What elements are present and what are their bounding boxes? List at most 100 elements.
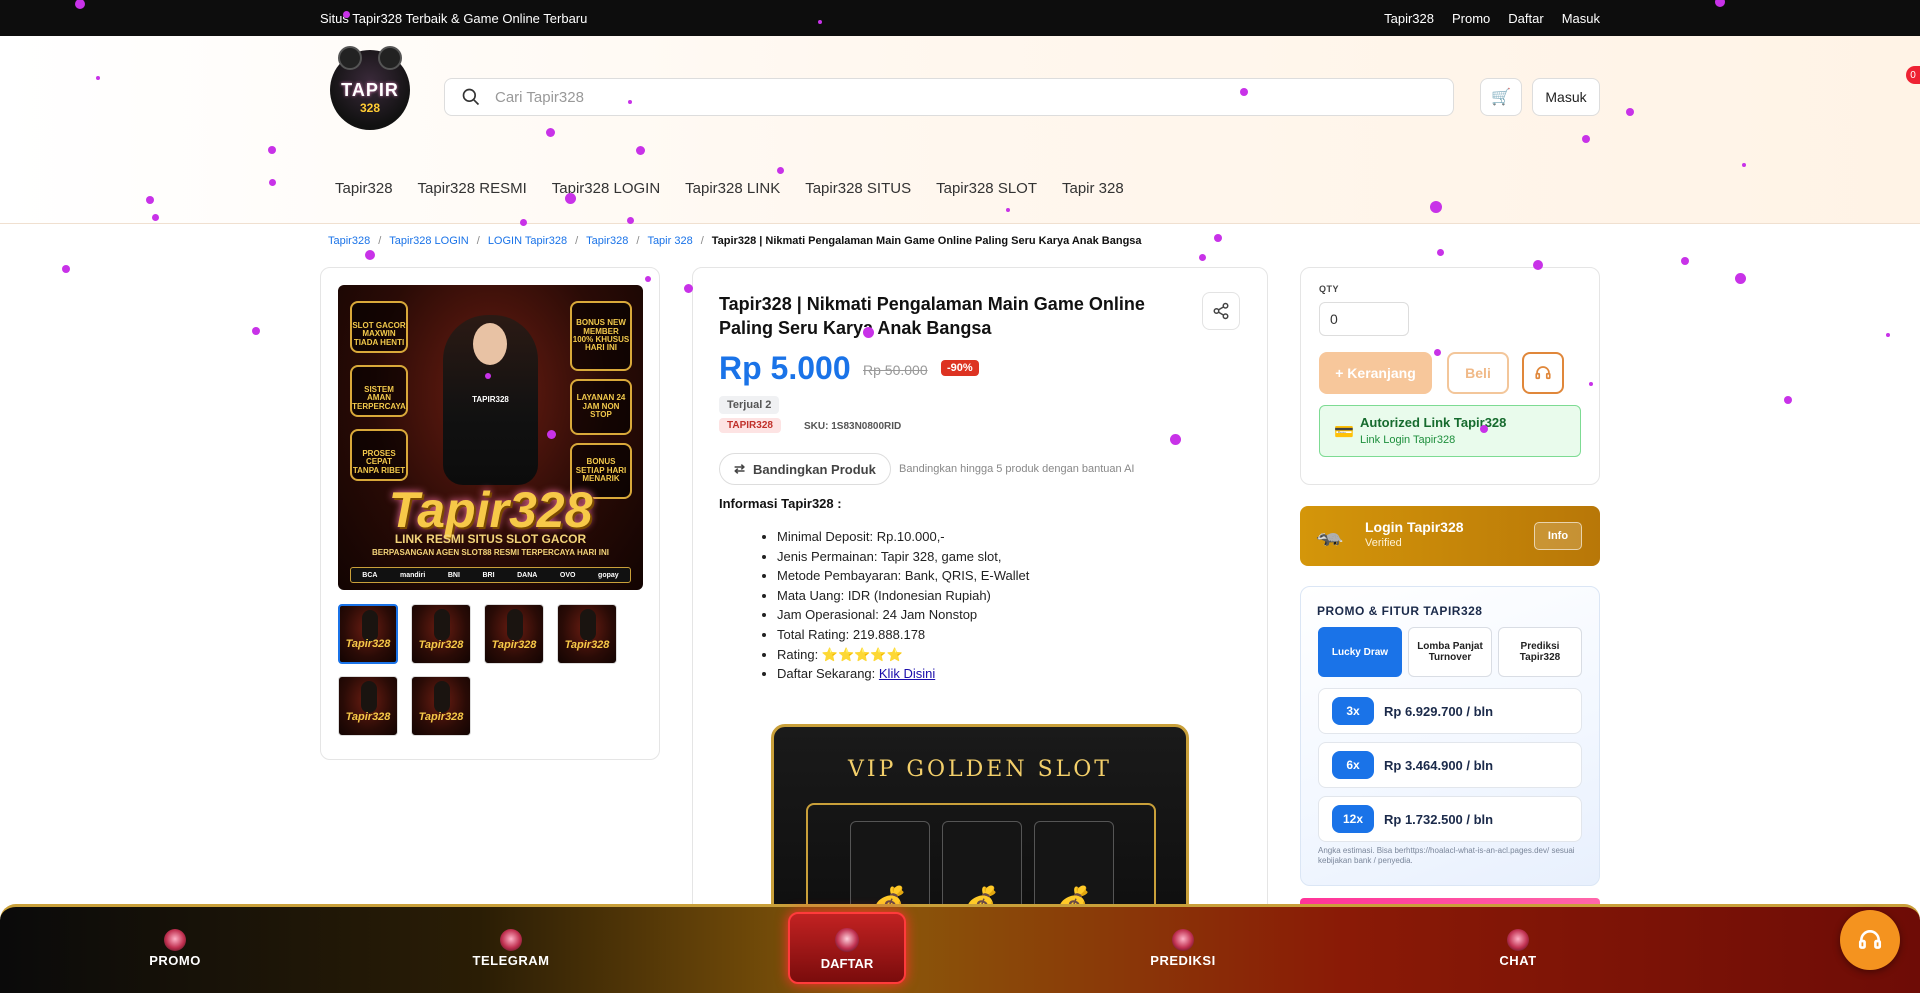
sparkle-dot [1886, 333, 1890, 337]
sparkle-dot [1734, 272, 1746, 284]
search-input[interactable] [495, 88, 1395, 106]
bank-logos: BCA mandiri BNI BRI DANA OVO gopay [350, 567, 631, 583]
badge-bonus-new-member: BONUS NEW MEMBER 100% KHUSUS HARI INI [570, 301, 632, 371]
sparkle-dot [365, 250, 375, 260]
bottom-nav-daftar[interactable]: DAFTAR [788, 912, 906, 984]
detail-item: Jenis Permainan: Tapir 328, game slot, [777, 547, 1029, 567]
badge-slot-gacor: SLOT GACOR MAXWIN TIADA HENTI [350, 301, 408, 353]
authorized-link-card[interactable]: 💳 Autorized Link Tapir328 Link Login Tap… [1319, 405, 1581, 457]
register-link[interactable]: Klik Disini [879, 666, 935, 681]
breadcrumb-item[interactable]: Tapir328 [586, 235, 628, 247]
login-card-status: Verified [1365, 537, 1402, 549]
compare-button[interactable]: ⇄ Bandingkan Produk [719, 453, 891, 485]
sparkle-dot [252, 327, 260, 335]
breadcrumb-item[interactable]: LOGIN Tapir328 [488, 235, 567, 247]
banner-subtitle: LINK RESMI SITUS SLOT GACOR [394, 532, 587, 546]
thumbnail[interactable]: Tapir328 [557, 604, 617, 664]
detail-item: Minimal Deposit: Rp.10.000,- [777, 527, 1029, 547]
top-link-tapir328[interactable]: Tapir328 [1384, 11, 1434, 26]
add-to-cart-button[interactable]: + Keranjang [1319, 352, 1432, 394]
sparkle-dot [1198, 253, 1206, 261]
top-bar: Situs Tapir328 Terbaik & Game Online Ter… [0, 0, 1920, 36]
sparkle-dot [1681, 257, 1689, 265]
notification-badge[interactable]: 0 [1906, 66, 1920, 84]
buy-button[interactable]: Beli [1447, 352, 1509, 394]
installment-amount: Rp 3.464.900 / bln [1384, 757, 1494, 773]
badge-sistem-aman: SISTEM AMAN TERPERCAYA [350, 365, 408, 417]
thumb-figure [434, 609, 450, 641]
thumb-label: Tapir328 [345, 638, 391, 650]
login-card-title: Login Tapir328 [1365, 519, 1464, 535]
breadcrumb-item[interactable]: Tapir328 [328, 235, 370, 247]
thumb-figure [580, 609, 596, 641]
sku-label: SKU: 1S83N0800RID [804, 421, 902, 432]
discount-badge: -90% [941, 360, 979, 376]
product-main-image[interactable]: SLOT GACOR MAXWIN TIADA HENTI SISTEM AMA… [338, 285, 643, 590]
register-prefix: Daftar Sekarang: [777, 666, 879, 682]
login-button[interactable]: Masuk [1532, 78, 1600, 116]
installment-row[interactable]: 12x Rp 1.732.500 / bln [1318, 796, 1582, 842]
bottom-nav-promo[interactable]: PROMO [115, 929, 235, 968]
thumbnail[interactable]: Tapir328 [338, 604, 398, 664]
original-price: Rp 50.000 [863, 362, 928, 378]
detail-item: Rating: ⭐⭐⭐⭐⭐ [777, 645, 1029, 665]
detail-item: Mata Uang: IDR (Indonesian Rupiah) [777, 586, 1029, 606]
share-button[interactable] [1202, 292, 1240, 330]
compare-label: Bandingkan Produk [753, 461, 876, 477]
breadcrumb-separator: / [700, 235, 704, 247]
bottom-nav-label: CHAT [1499, 953, 1537, 968]
product-details: Minimal Deposit: Rp.10.000,- Jenis Perma… [777, 527, 1029, 684]
breadcrumb-item[interactable]: Tapir 328 [647, 235, 692, 247]
banner-subtitle-2: BERPASANGAN AGEN SLOT88 RESMI TERPERCAYA… [372, 548, 609, 557]
top-link-daftar[interactable]: Daftar [1508, 11, 1543, 26]
headset-icon [1535, 366, 1551, 380]
model-face [473, 323, 507, 365]
nav-item-login[interactable]: Tapir328 LOGIN [552, 180, 660, 197]
nav-item-tapir328[interactable]: Tapir328 [335, 180, 393, 197]
tab-lomba-turnover[interactable]: Lomba Panjat Turnover [1408, 627, 1492, 677]
nav-item-situs[interactable]: Tapir328 SITUS [805, 180, 911, 197]
chat-support-button[interactable] [1840, 910, 1900, 970]
thumbnail[interactable]: Tapir328 [411, 604, 471, 664]
thumb-label: Tapir328 [418, 639, 464, 651]
authorized-subtitle: Link Login Tapir328 [1360, 434, 1456, 446]
tab-prediksi[interactable]: Prediksi Tapir328 [1498, 627, 1582, 677]
buy-box: QTY + Keranjang Beli 💳 Autorized Link Ta… [1300, 267, 1600, 485]
support-button[interactable] [1522, 352, 1564, 394]
installment-row[interactable]: 3x Rp 6.929.700 / bln [1318, 688, 1582, 734]
cart-button[interactable]: 🛒 [1480, 78, 1522, 116]
bottom-nav-telegram[interactable]: TELEGRAM [451, 929, 571, 968]
qty-input[interactable] [1319, 302, 1409, 336]
detail-item: Jam Operasional: 24 Jam Nonstop [777, 605, 1029, 625]
top-link-promo[interactable]: Promo [1452, 11, 1490, 26]
info-button[interactable]: Info [1534, 522, 1582, 550]
thumb-figure [361, 681, 377, 713]
tapir-icon [164, 929, 186, 951]
thumbnail[interactable]: Tapir328 [484, 604, 544, 664]
bottom-nav-prediksi[interactable]: PREDIKSI [1123, 929, 1243, 968]
bottom-nav-chat[interactable]: CHAT [1458, 929, 1578, 968]
tapir-icon [1172, 929, 1194, 951]
nav-item-tapir-328[interactable]: Tapir 328 [1062, 180, 1124, 197]
sparkle-dot [1784, 396, 1792, 404]
bottom-nav: PROMO TELEGRAM PREDIKSI CHAT [0, 904, 1920, 993]
badge-layanan-24-jam: LAYANAN 24 JAM NON STOP [570, 379, 632, 435]
top-links: Tapir328 Promo Daftar Masuk [1384, 11, 1600, 26]
nav-item-slot[interactable]: Tapir328 SLOT [936, 180, 1037, 197]
brand-tag[interactable]: TAPIR328 [719, 418, 781, 433]
thumbnail[interactable]: Tapir328 [338, 676, 398, 736]
detail-item: Total Rating: 219.888.178 [777, 625, 1029, 645]
thumb-label: Tapir328 [564, 639, 610, 651]
sparkle-dot [1214, 234, 1222, 242]
thumbnail[interactable]: Tapir328 [411, 676, 471, 736]
site-logo[interactable]: TAPIR 328 [330, 46, 410, 130]
top-link-masuk[interactable]: Masuk [1562, 11, 1600, 26]
nav-item-link[interactable]: Tapir328 LINK [685, 180, 780, 197]
tab-lucky-draw[interactable]: Lucky Draw [1318, 627, 1402, 677]
installment-amount: Rp 1.732.500 / bln [1384, 811, 1494, 827]
installment-row[interactable]: 6x Rp 3.464.900 / bln [1318, 742, 1582, 788]
logo-sub: 328 [359, 100, 381, 115]
breadcrumb-item[interactable]: Tapir328 LOGIN [389, 235, 468, 247]
login-verified-card[interactable]: 🦡 Login Tapir328 Verified Info [1300, 506, 1600, 566]
nav-item-resmi[interactable]: Tapir328 RESMI [418, 180, 527, 197]
